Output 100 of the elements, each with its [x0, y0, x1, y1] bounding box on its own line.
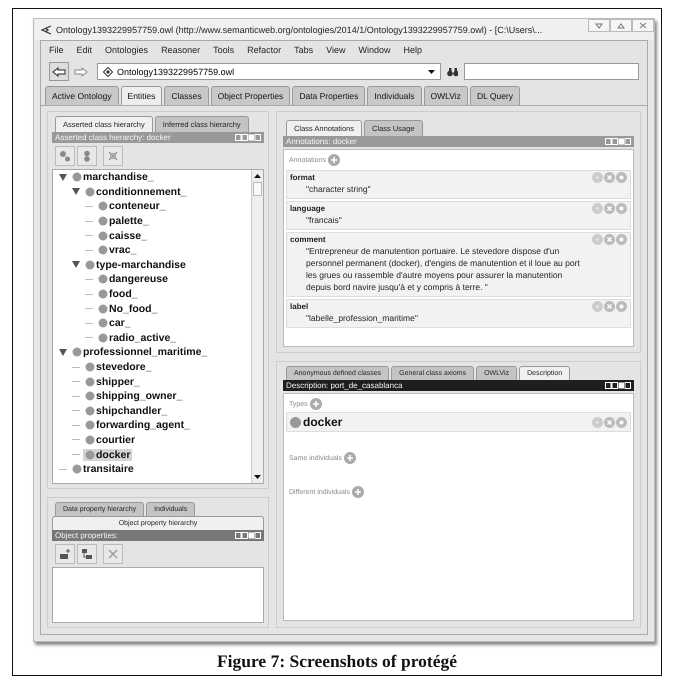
annotation-value: "francais" — [305, 214, 343, 226]
delete-icon[interactable] — [604, 172, 615, 183]
close-button[interactable] — [632, 19, 654, 32]
minimize-button[interactable] — [588, 19, 610, 32]
class-dot-icon — [85, 450, 95, 460]
menu-item[interactable]: Tools — [213, 45, 234, 55]
class-node[interactable]: dangereuse — [96, 273, 170, 286]
class-node[interactable]: type-marchandise — [83, 258, 188, 271]
annotation-property: label — [290, 302, 308, 311]
add-property-icon — [59, 548, 71, 560]
tab[interactable]: Individuals — [367, 86, 422, 105]
edit-icon[interactable] — [616, 203, 627, 214]
view-title: Asserted class hierarchy: docker — [55, 133, 171, 142]
menu-item[interactable]: File — [49, 45, 64, 55]
class-node[interactable]: No_food_ — [96, 302, 160, 315]
expand-triangle-icon[interactable] — [59, 174, 67, 181]
menu-item[interactable]: Window — [358, 45, 391, 55]
view-title: Description: port_de_casablanca — [286, 381, 403, 390]
class-node[interactable]: transitaire — [70, 463, 136, 476]
tab[interactable]: OWLViz — [424, 86, 468, 105]
add-sibling-button[interactable] — [77, 146, 97, 166]
class-node[interactable]: courtier — [83, 434, 138, 446]
class-node[interactable]: professionnel_maritime_ — [70, 346, 210, 358]
back-button[interactable] — [49, 62, 69, 81]
edit-icon[interactable] — [616, 172, 627, 183]
delete-icon[interactable] — [604, 416, 615, 428]
class-node[interactable]: stevedore_ — [83, 361, 154, 374]
delete-button[interactable] — [103, 544, 123, 564]
scroll-up-icon[interactable] — [254, 174, 261, 178]
class-node[interactable]: conditionnement_ — [83, 186, 188, 198]
delete-icon — [107, 150, 119, 162]
close-icon — [639, 22, 647, 29]
tab[interactable]: DL Query — [470, 86, 520, 105]
search-field[interactable] — [464, 63, 639, 80]
view-controls-icon — [605, 138, 631, 145]
menu-item[interactable]: Reasoner — [161, 45, 200, 55]
tab[interactable]: Object Properties — [210, 86, 290, 105]
class-node[interactable]: vrac_ — [96, 244, 138, 256]
class-node[interactable]: forwarding_agent_ — [83, 419, 192, 432]
class-node[interactable]: food_ — [96, 288, 140, 300]
info-icon[interactable] — [592, 234, 603, 245]
scrollbar[interactable] — [251, 170, 263, 483]
class-node[interactable]: conteneur_ — [96, 200, 168, 212]
menu-item[interactable]: Refactor — [247, 45, 282, 55]
delete-icon[interactable] — [604, 203, 615, 214]
delete-icon[interactable] — [604, 301, 615, 312]
class-node[interactable]: shipchandler_ — [83, 404, 170, 417]
class-node[interactable]: docker — [83, 448, 132, 461]
add-subproperty-button[interactable] — [77, 544, 97, 564]
caret-icon — [428, 70, 435, 74]
expand-triangle-icon[interactable] — [59, 348, 67, 356]
class-dot-icon — [85, 420, 95, 430]
menu-item[interactable]: Tabs — [294, 45, 314, 55]
ontology-dropdown[interactable]: Ontology1393229957759.owl — [97, 63, 441, 80]
tab[interactable]: Active Ontology — [45, 86, 119, 105]
class-dot-icon — [98, 201, 108, 212]
info-icon[interactable] — [592, 172, 603, 183]
class-node[interactable]: shipper_ — [83, 376, 142, 388]
class-node[interactable]: caisse_ — [96, 230, 149, 242]
delete-button[interactable] — [103, 146, 123, 166]
class-dot-icon — [72, 347, 82, 358]
view-title: Object properties: — [55, 531, 118, 540]
add-property-button[interactable] — [55, 544, 75, 564]
add-icon[interactable] — [328, 154, 340, 166]
add-icon[interactable] — [310, 398, 322, 410]
expand-triangle-icon[interactable] — [72, 261, 80, 268]
class-node[interactable]: car_ — [96, 317, 133, 330]
view-title: Annotations: docker — [286, 137, 357, 146]
class-node[interactable]: shipping_owner_ — [83, 390, 184, 402]
scroll-down-icon[interactable] — [254, 475, 261, 479]
tab[interactable]: Entities — [120, 86, 162, 105]
class-dot-icon — [85, 260, 95, 270]
edit-icon[interactable] — [616, 416, 627, 428]
expand-triangle-icon[interactable] — [72, 188, 80, 196]
delete-icon[interactable] — [604, 234, 615, 245]
menu-item[interactable]: Edit — [76, 45, 92, 55]
info-icon[interactable] — [592, 203, 603, 214]
scroll-thumb[interactable] — [253, 182, 262, 196]
edit-icon[interactable] — [616, 301, 627, 312]
class-dot-icon — [98, 230, 108, 241]
tab[interactable]: Classes — [164, 86, 209, 105]
edit-icon[interactable] — [616, 234, 627, 245]
tab[interactable]: Data Properties — [292, 86, 366, 105]
class-node[interactable]: radio_active_ — [96, 332, 178, 344]
info-icon[interactable] — [592, 301, 603, 312]
delete-icon — [107, 548, 119, 560]
minimize-icon — [595, 22, 603, 28]
menu-item[interactable]: View — [326, 45, 346, 55]
class-node[interactable]: palette_ — [96, 215, 151, 228]
class-node[interactable]: marchandise_ — [70, 171, 156, 184]
view-controls-icon — [235, 134, 261, 141]
add-icon[interactable] — [344, 452, 356, 464]
add-subclass-button[interactable] — [55, 146, 75, 166]
class-dot-icon — [98, 216, 108, 226]
menu-item[interactable]: Ontologies — [105, 45, 148, 55]
maximize-button[interactable] — [610, 19, 632, 32]
info-icon[interactable] — [592, 416, 603, 428]
add-icon[interactable] — [352, 486, 364, 498]
menu-item[interactable]: Help — [404, 45, 422, 55]
class-dot-icon — [290, 416, 301, 428]
